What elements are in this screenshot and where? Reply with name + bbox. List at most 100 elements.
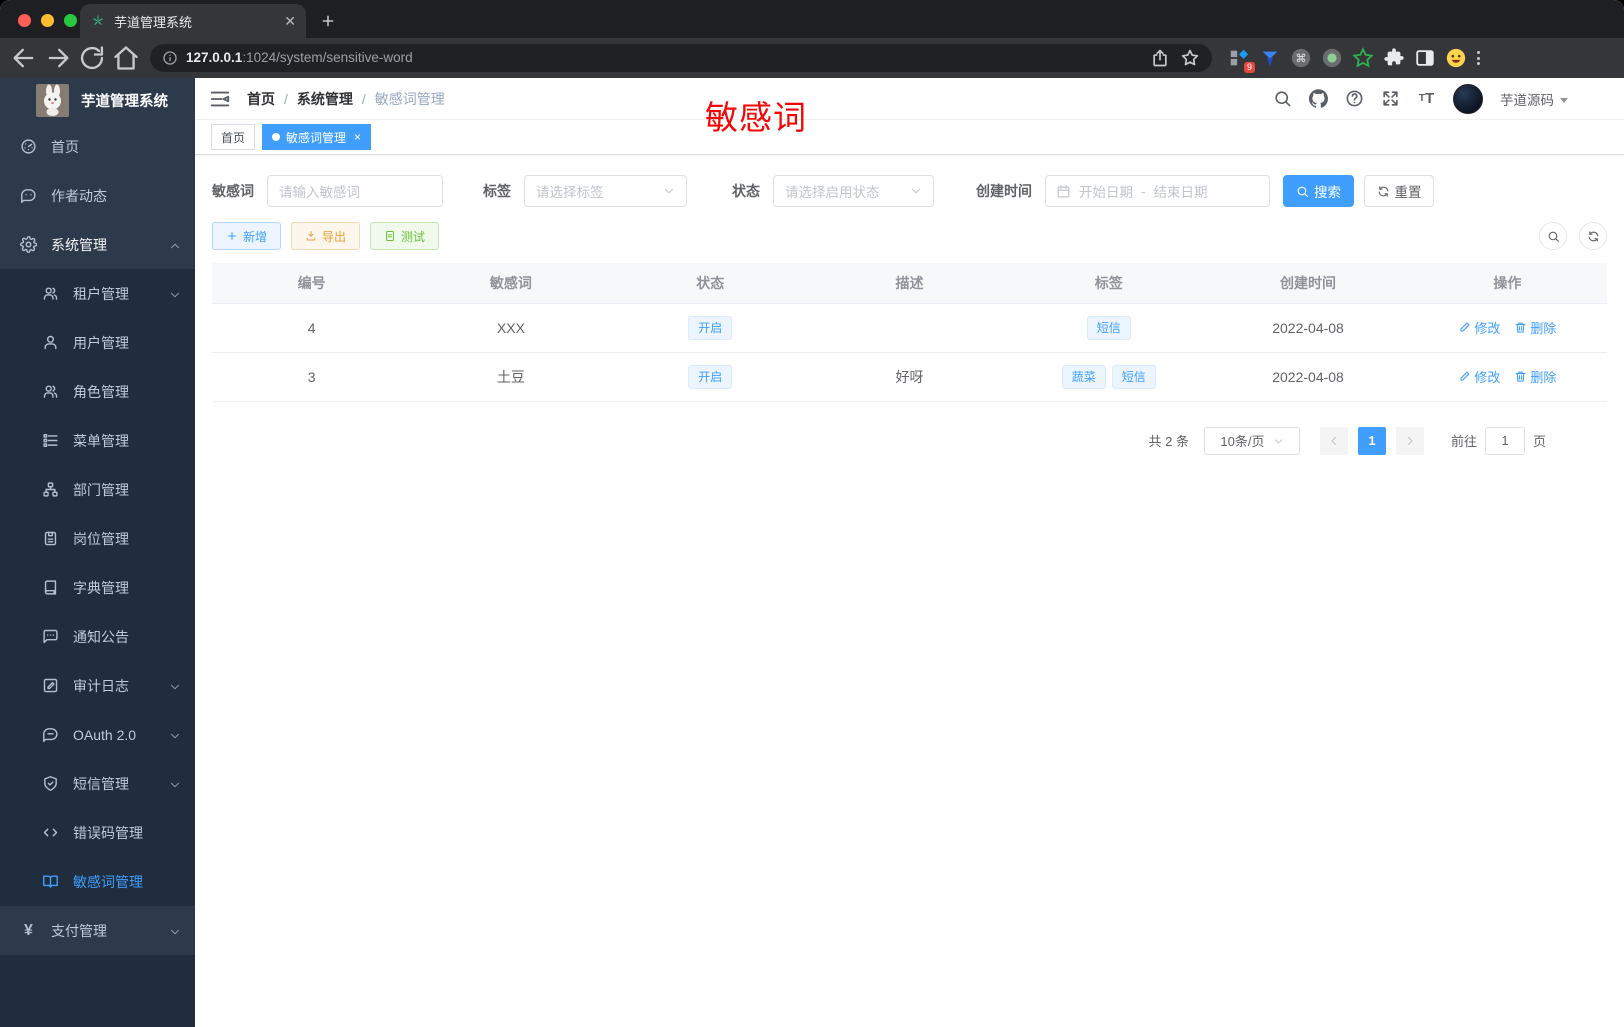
- green-star-extension-icon[interactable]: [1352, 47, 1374, 69]
- tab-close-icon[interactable]: ✕: [284, 13, 296, 30]
- search-icon: [1547, 230, 1560, 243]
- sidebar-item-label: 通知公告: [73, 628, 129, 645]
- breadcrumb-system[interactable]: 系统管理: [297, 89, 353, 109]
- keyword-input[interactable]: 请输入敏感词: [267, 175, 443, 207]
- fullscreen-icon[interactable]: [1381, 89, 1400, 108]
- address-bar[interactable]: 127.0.0.1:1024/system/sensitive-word: [150, 44, 1212, 72]
- column-header: 描述: [809, 263, 1010, 304]
- cell-description: [809, 303, 1010, 353]
- dashboard-icon: [20, 138, 37, 155]
- date-range-picker[interactable]: 开始日期 - 结束日期: [1045, 175, 1270, 207]
- reset-button[interactable]: 重置: [1364, 175, 1434, 207]
- close-window-button[interactable]: [18, 14, 31, 27]
- sidebar-item-roles[interactable]: 角色管理: [0, 367, 195, 416]
- add-button[interactable]: 新增: [212, 222, 282, 250]
- sidebar-item-yen[interactable]: ¥ 支付管理: [0, 906, 195, 955]
- help-icon[interactable]: [1345, 89, 1364, 108]
- route-tab-0[interactable]: 首页: [211, 124, 256, 150]
- browser-tab[interactable]: 芋道管理系统 ✕: [80, 4, 306, 38]
- window-controls[interactable]: [18, 14, 77, 27]
- minimize-window-button[interactable]: [41, 14, 54, 27]
- back-icon[interactable]: [10, 44, 38, 72]
- reload-icon[interactable]: [78, 44, 106, 72]
- document-icon: [384, 230, 396, 242]
- apps-grid-extension-icon[interactable]: 9: [1228, 47, 1255, 73]
- avatar[interactable]: [1453, 83, 1483, 114]
- github-icon[interactable]: [1309, 89, 1328, 108]
- browser-tabstrip: 芋道管理系统 ✕: [0, 0, 1624, 38]
- test-button[interactable]: 测试: [370, 222, 440, 250]
- sidebar-item-gear[interactable]: 系统管理: [0, 220, 195, 269]
- status-tag: 开启: [688, 315, 733, 340]
- sidebar-item-tree[interactable]: 菜单管理: [0, 416, 195, 465]
- logedit-icon: [42, 677, 59, 694]
- browser-window: 芋道管理系统 ✕ 127.0.0.1:1024/system/sensitive…: [0, 0, 1624, 1027]
- sidebar-item-badge[interactable]: 岗位管理: [0, 514, 195, 563]
- users-icon: [42, 285, 59, 302]
- refresh-table-button[interactable]: [1579, 222, 1607, 250]
- breadcrumb: 首页 / 系统管理 / 敏感词管理: [247, 89, 445, 109]
- edit-link[interactable]: 修改: [1458, 367, 1500, 386]
- emoji-face-extension-icon[interactable]: [1445, 47, 1467, 69]
- column-header: 敏感词: [411, 263, 611, 304]
- sidebar-item-org[interactable]: 部门管理: [0, 465, 195, 514]
- prev-page-button[interactable]: [1319, 426, 1348, 455]
- sidebar-item-user[interactable]: 用户管理: [0, 318, 195, 367]
- side-panel-extension-icon[interactable]: [1414, 47, 1436, 69]
- search-button[interactable]: 搜索: [1283, 175, 1354, 207]
- next-page-button[interactable]: [1395, 426, 1424, 455]
- refresh-icon: [1587, 230, 1600, 243]
- user-icon: [42, 334, 59, 351]
- yen-icon: ¥: [24, 921, 33, 939]
- sidebar-item-users[interactable]: 租户管理: [0, 269, 195, 318]
- cell-id: 4: [212, 303, 412, 353]
- sidebar-item-code[interactable]: 错误码管理: [0, 808, 195, 857]
- calendar-icon: [1056, 184, 1071, 199]
- tag-select[interactable]: 请选择标签: [524, 175, 687, 207]
- sidebar-item-logedit[interactable]: 审计日志: [0, 661, 195, 710]
- cell-status: 开启: [610, 352, 810, 402]
- sidebar-item-shield[interactable]: 短信管理: [0, 759, 195, 808]
- bookmark-star-icon[interactable]: [1180, 48, 1200, 68]
- book-icon: [42, 579, 59, 596]
- page-size-select[interactable]: 10条/页: [1203, 426, 1300, 455]
- goto-page-input[interactable]: 1: [1484, 426, 1525, 455]
- new-tab-button[interactable]: [314, 7, 342, 35]
- chevron-down-icon: [169, 680, 181, 692]
- user-menu[interactable]: 芋道源码: [1500, 89, 1568, 109]
- share-icon[interactable]: [1150, 48, 1170, 68]
- sidebar-item-book[interactable]: 字典管理: [0, 563, 195, 612]
- delete-link[interactable]: 删除: [1514, 318, 1556, 337]
- vpn-gem-extension-icon[interactable]: [1259, 47, 1281, 69]
- edit-link[interactable]: 修改: [1458, 318, 1500, 337]
- browser-menu-icon[interactable]: [1473, 51, 1484, 65]
- route-tab-1[interactable]: 敏感词管理 ×: [262, 124, 372, 150]
- sidebar-item-message[interactable]: 作者动态: [0, 171, 195, 220]
- route-tab-label: 首页: [221, 130, 246, 145]
- extension-badge: 9: [1243, 62, 1255, 73]
- zoom-window-button[interactable]: [64, 14, 77, 27]
- show-search-button[interactable]: [1539, 222, 1567, 250]
- search-icon[interactable]: [1273, 89, 1292, 108]
- puzzle-extension-icon[interactable]: [1383, 47, 1405, 69]
- sidebar-collapse-icon[interactable]: [209, 88, 231, 110]
- app-logo[interactable]: 芋道管理系统: [0, 78, 195, 122]
- sidebar-item-chat[interactable]: 通知公告: [0, 612, 195, 661]
- sidebar-item-openbook[interactable]: 敏感词管理: [0, 857, 195, 906]
- command-circle-extension-icon[interactable]: ⌘: [1290, 47, 1312, 69]
- sidebar-item-oauth[interactable]: OAuth 2.0: [0, 710, 195, 759]
- delete-link[interactable]: 删除: [1514, 367, 1556, 386]
- sidebar-item-dashboard[interactable]: 首页: [0, 122, 195, 171]
- record-circle-extension-icon[interactable]: [1321, 47, 1343, 69]
- font-size-icon[interactable]: TT: [1417, 89, 1436, 108]
- status-select[interactable]: 请选择启用状态: [773, 175, 934, 207]
- breadcrumb-home[interactable]: 首页: [247, 89, 275, 109]
- close-icon[interactable]: ×: [354, 130, 361, 144]
- export-button[interactable]: 导出: [291, 222, 361, 250]
- forward-icon[interactable]: [44, 44, 72, 72]
- site-info-icon[interactable]: [162, 50, 178, 66]
- page-number-button[interactable]: 1: [1357, 426, 1386, 455]
- total-count: 共 2 条: [1148, 434, 1189, 449]
- home-icon[interactable]: [112, 44, 140, 72]
- sidebar-item-label: 审计日志: [73, 677, 129, 694]
